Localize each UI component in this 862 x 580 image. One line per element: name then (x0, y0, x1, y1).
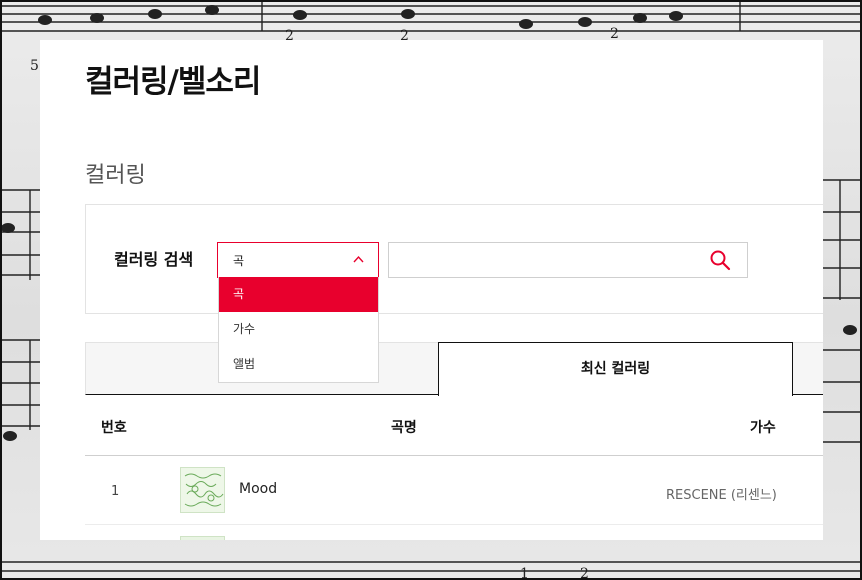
header-artist: 가수 (750, 420, 776, 436)
search-type-select[interactable]: 곡 (217, 242, 379, 278)
search-type-dropdown: 곡 가수 앨범 (218, 277, 379, 383)
row-number: 1 (111, 484, 120, 499)
select-current-value: 곡 (233, 254, 245, 268)
svg-text:1: 1 (520, 566, 529, 580)
dropdown-option-album[interactable]: 앨범 (219, 347, 378, 382)
table-header: 번호 곡명 가수 (85, 396, 823, 456)
search-label: 컬러링 검색 (114, 250, 194, 269)
coloring-search-panel: 컬러링 검색 곡 (85, 204, 823, 314)
header-song: 곡명 (391, 420, 417, 436)
svg-text:5: 5 (30, 58, 39, 74)
dropdown-option-song[interactable]: 곡 (219, 277, 378, 312)
album-cover-image (180, 467, 225, 513)
tab-bar: 최신 컬러링 (85, 342, 823, 396)
tab-latest-coloring[interactable]: 최신 컬러링 (438, 342, 793, 396)
dropdown-option-artist[interactable]: 가수 (219, 312, 378, 347)
search-icon[interactable] (709, 249, 731, 271)
table-row[interactable]: 1 Mood RESCENE (리센느) (85, 456, 823, 525)
content-page: 컬러링/벨소리 컬러링 컬러링 검색 곡 최신 컬러링 번호 곡명 가수 1 M… (40, 40, 823, 540)
svg-text:2: 2 (580, 566, 589, 580)
section-title: 컬러링 (85, 163, 146, 188)
tab-next[interactable] (793, 342, 823, 395)
song-title[interactable]: Mood (239, 481, 277, 497)
search-input[interactable] (388, 242, 748, 278)
artist-name[interactable]: RESCENE (리센느) (666, 484, 777, 503)
table-row[interactable] (85, 525, 823, 540)
page-title: 컬러링/벨소리 (85, 64, 261, 100)
chevron-up-icon (353, 255, 364, 263)
album-cover-image (180, 536, 225, 540)
header-number: 번호 (101, 420, 127, 436)
